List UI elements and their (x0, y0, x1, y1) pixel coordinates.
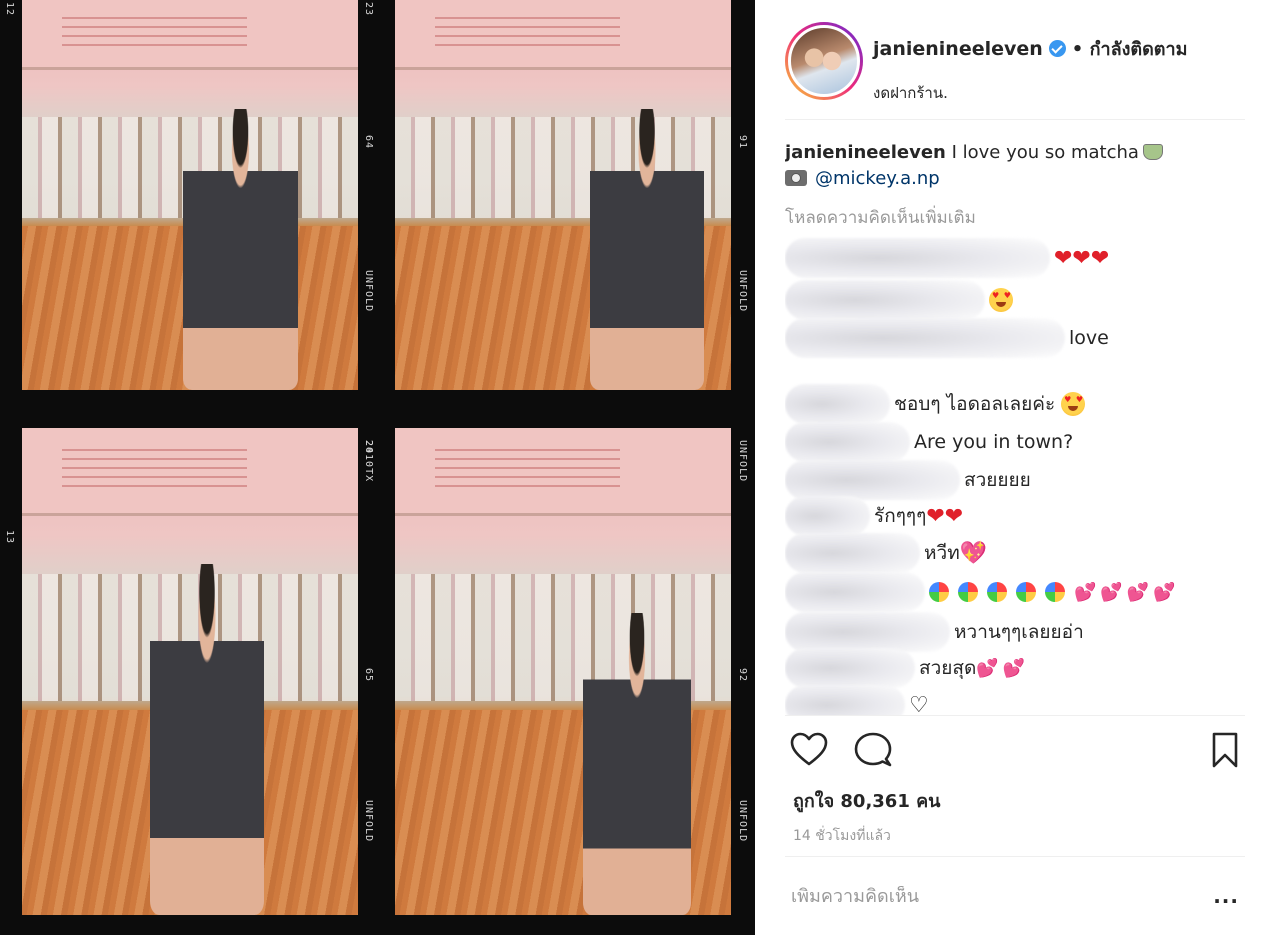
lollipop-icon (958, 582, 978, 602)
comments-list: janienineeleven I love you so matcha @mi… (785, 140, 1245, 716)
bookmark-icon[interactable] (1205, 730, 1245, 774)
two-hearts-icon: 💕💕💕💕 (1074, 581, 1180, 603)
lollipop-icon (987, 582, 1007, 602)
list-item: หวีท 💖 (785, 533, 988, 573)
blurred-username (785, 318, 1065, 358)
add-comment-bar: ... (785, 856, 1245, 935)
load-more-comments[interactable]: โหลดความคิดเห็นเพิ่มเติม (785, 204, 1245, 231)
post-sidebar: janienineeleven • กำลังติดตาม งดฝากร้าน.… (755, 0, 1280, 935)
film-brand: UNFOLD (363, 800, 374, 843)
film-frame-3 (22, 428, 358, 915)
blurred-username (785, 460, 960, 500)
caption-text: I love you so matcha (951, 142, 1139, 163)
list-item: รักๆๆๆ ❤❤ (785, 496, 964, 536)
list-item: love (785, 318, 1109, 358)
blurred-username (785, 496, 870, 536)
list-item: ชอบๆ ไอดอลเลยค่ะ (785, 384, 1086, 424)
film-brand: UNFOLD (363, 270, 374, 313)
list-item: Are you in town? (785, 422, 1074, 462)
post-header: janienineeleven • กำลังติดตาม งดฝากร้าน. (785, 18, 1245, 120)
list-item: สวยสุด 💕💕 (785, 648, 1030, 688)
list-item: 💕💕💕💕 (785, 572, 1180, 612)
film-code: 2010TX (363, 440, 374, 483)
author-username[interactable]: janienineeleven (873, 38, 1043, 60)
blurred-username (785, 384, 890, 424)
comment-text: สวยยยย (964, 469, 1031, 491)
comment-text: ชอบๆ ไอดอลเลยค่ะ (894, 393, 1056, 415)
more-options-button[interactable]: ... (1207, 884, 1245, 908)
comment-text: รักๆๆๆ (874, 505, 927, 527)
add-comment-input[interactable] (785, 885, 1208, 907)
sparkling-heart-icon: 💖 (959, 540, 988, 566)
matcha-icon (1142, 144, 1163, 160)
verified-badge-icon (1048, 40, 1066, 57)
caption: janienineeleven I love you so matcha @mi… (785, 140, 1245, 192)
comment-text: ♡ (909, 692, 929, 716)
caption-author[interactable]: janienineeleven (785, 142, 946, 163)
heart-outline-icon[interactable] (789, 730, 829, 774)
header-user-row: janienineeleven • กำลังติดตาม (873, 34, 1187, 63)
heart-eyes-emoji-icon (989, 288, 1013, 312)
list-item: ♡ (785, 685, 929, 716)
film-number: 64 (363, 135, 374, 150)
film-number: 65 (363, 668, 374, 683)
comment-text: หวีท (924, 542, 960, 564)
film-frame-1 (22, 0, 358, 390)
list-item: ❤❤❤ (785, 238, 1110, 278)
lollipop-icon (929, 582, 949, 602)
blurred-username (785, 612, 950, 652)
blurred-username (785, 572, 925, 612)
comment-bubble-icon[interactable] (853, 730, 893, 774)
follow-status[interactable]: • กำลังติดตาม (1072, 34, 1188, 63)
avatar[interactable] (785, 22, 863, 100)
post-timestamp[interactable]: 14 ชั่วโมงที่แล้ว (793, 825, 891, 847)
lollipop-icon (1045, 582, 1065, 602)
photo-credit-mention[interactable]: @mickey.a.np (815, 168, 940, 189)
film-number: 92 (737, 668, 748, 683)
list-item (785, 280, 1013, 320)
blurred-username (785, 422, 910, 462)
blurred-username (785, 648, 915, 688)
comment-text: หวานๆๆเลยยอ่า (954, 621, 1084, 643)
heart-eyes-emoji-icon (1061, 392, 1086, 416)
red-heart-icon: ❤❤❤ (1054, 245, 1110, 271)
red-heart-icon: ❤❤ (926, 503, 964, 529)
list-item: สวยยยย (785, 460, 1031, 500)
blurred-username (785, 280, 985, 320)
film-frame-2 (395, 0, 731, 390)
location-link[interactable]: งดฝากร้าน. (873, 81, 948, 105)
list-item: หวานๆๆเลยยอ่า (785, 612, 1084, 652)
likes-count[interactable]: ถูกใจ 80,361 คน (793, 786, 940, 815)
film-brand: UNFOLD (737, 800, 748, 843)
film-number: 91 (737, 135, 748, 150)
film-number: 23 (363, 2, 374, 17)
film-number: 12 (4, 2, 15, 17)
post-actions (785, 730, 1245, 780)
lollipop-icon (1016, 582, 1036, 602)
comment-text: สวยสุด (919, 657, 977, 679)
film-frame-4 (395, 428, 731, 915)
blurred-username (785, 533, 920, 573)
comment-text: Are you in town? (914, 431, 1074, 453)
blurred-username (785, 238, 1050, 278)
film-brand: UNFOLD (737, 440, 748, 483)
camera-icon (785, 170, 807, 186)
comment-text: love (1069, 327, 1109, 349)
two-hearts-icon: 💕💕 (976, 657, 1030, 679)
blurred-username (785, 685, 905, 715)
post-photo[interactable]: 23 24 13 64 91 65 92 12 UNFOLD UNFOLD 20… (0, 0, 755, 935)
film-number: 13 (4, 530, 15, 545)
film-brand: UNFOLD (737, 270, 748, 313)
